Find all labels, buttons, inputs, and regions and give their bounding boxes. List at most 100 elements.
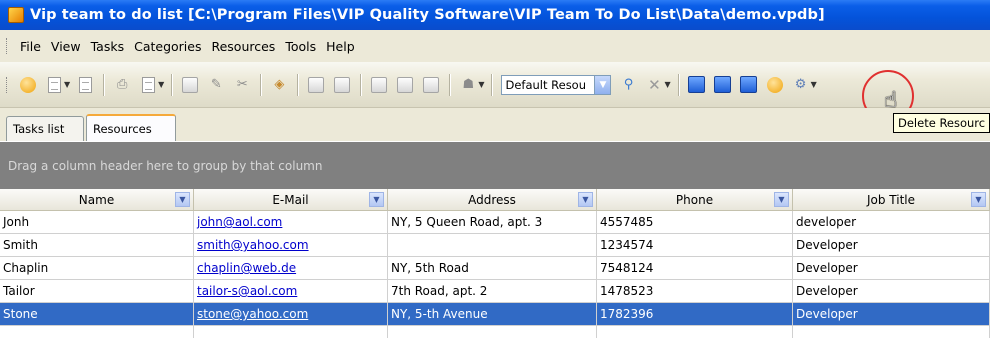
refresh-icon — [423, 76, 440, 93]
tab-strip: Tasks list Resources — [0, 108, 990, 141]
chevron-down-icon[interactable]: ▼ — [594, 75, 611, 94]
cell-email-link[interactable]: chaplin@web.de — [194, 257, 388, 279]
edit-resource-button[interactable] — [712, 74, 734, 96]
print-preview-icon — [141, 76, 155, 93]
add-resource-button[interactable] — [686, 74, 708, 96]
filter-dropdown-icon[interactable]: ▼ — [971, 192, 986, 207]
collapse-button[interactable] — [394, 74, 416, 96]
menu-file[interactable]: File — [15, 37, 46, 56]
menu-grip — [6, 38, 9, 54]
column-header-label: Phone — [675, 192, 714, 207]
delete-resource-button[interactable] — [738, 74, 760, 96]
toolbar-separator — [491, 73, 493, 96]
cell-address: 7th Road, apt. 2 — [388, 280, 597, 302]
cell-phone: 1782396 — [597, 303, 793, 325]
cell-email-link[interactable]: john@aol.com — [194, 211, 388, 233]
printer-icon: ⎙ — [116, 77, 128, 92]
copy-button[interactable] — [179, 74, 201, 96]
document-icon — [47, 76, 61, 93]
delete-resource-icon — [740, 76, 758, 93]
resource-combo[interactable]: Default Resou ▼ — [501, 74, 612, 95]
title-bar: Vip team to do list [C:\Program Files\VI… — [0, 0, 990, 30]
toolbar-grip — [6, 76, 9, 93]
refresh-button[interactable] — [420, 74, 442, 96]
table-row[interactable]: Jonh john@aol.com NY, 5 Queen Road, apt.… — [0, 211, 990, 234]
menu-bar: File View Tasks Categories Resources Too… — [0, 30, 990, 62]
dropdown-arrow-icon[interactable]: ▼ — [158, 80, 164, 89]
menu-categories[interactable]: Categories — [129, 37, 206, 56]
cell-name: Jonh — [0, 211, 194, 233]
cell-phone — [597, 326, 793, 338]
toolbar-separator — [103, 73, 105, 96]
cell-email-link[interactable]: tailor-s@aol.com — [194, 280, 388, 302]
resource-view-button[interactable]: ☗ — [457, 74, 479, 96]
filter-dropdown-icon[interactable]: ▼ — [369, 192, 384, 207]
dropdown-arrow-icon[interactable]: ▼ — [64, 80, 70, 89]
column-header-email[interactable]: E-Mail ▼ — [194, 189, 388, 210]
tooltip: Delete Resourc — [893, 113, 990, 133]
table-row[interactable]: Chaplin chaplin@web.de NY, 5th Road 7548… — [0, 257, 990, 280]
attach-button[interactable]: ✂ — [231, 74, 253, 96]
resource-properties-button[interactable] — [764, 74, 786, 96]
handshake-icon: ◈ — [274, 77, 285, 92]
toolbar-separator — [360, 73, 362, 96]
table-row-partial[interactable] — [0, 326, 990, 338]
cell-name: Chaplin — [0, 257, 194, 279]
column-header-job-title[interactable]: Job Title ▼ — [793, 189, 990, 210]
dropdown-arrow-icon[interactable]: ▼ — [664, 80, 670, 89]
new-document-button[interactable] — [43, 74, 65, 96]
cell-job-title: Developer — [793, 257, 990, 279]
table-row[interactable]: Tailor tailor-s@aol.com 7th Road, apt. 2… — [0, 280, 990, 303]
menu-tools[interactable]: Tools — [280, 37, 321, 56]
move-up-button[interactable] — [331, 74, 353, 96]
filter-dropdown-icon[interactable]: ▼ — [578, 192, 593, 207]
add-resource-icon — [688, 76, 706, 93]
open-button[interactable] — [74, 74, 96, 96]
column-header-label: Job Title — [866, 192, 916, 207]
dropdown-arrow-icon[interactable]: ▼ — [811, 80, 817, 89]
table-row-selected[interactable]: Stone stone@yahoo.com NY, 5-th Avenue 17… — [0, 303, 990, 326]
clear-filter-button[interactable]: ✕ — [643, 74, 665, 96]
cell-email-link[interactable]: stone@yahoo.com — [194, 303, 388, 325]
expand-button[interactable] — [368, 74, 390, 96]
group-by-panel[interactable]: Drag a column header here to group by th… — [0, 141, 990, 189]
column-header-name[interactable]: Name ▼ — [0, 189, 194, 210]
open-icon — [78, 76, 92, 93]
column-header-address[interactable]: Address ▼ — [388, 189, 597, 210]
toolbar-separator — [260, 73, 262, 96]
filter-dropdown-icon[interactable]: ▼ — [175, 192, 190, 207]
resource-properties-icon — [766, 76, 783, 93]
new-task-button[interactable] — [17, 74, 39, 96]
column-header-phone[interactable]: Phone ▼ — [597, 189, 793, 210]
pencil-icon: ✎ — [210, 77, 222, 92]
apply-filter-button[interactable]: ⚲ — [617, 74, 639, 96]
column-header-label: Address — [468, 192, 516, 207]
cell-job-title: Developer — [793, 303, 990, 325]
edit-button[interactable]: ✎ — [205, 74, 227, 96]
menu-resources[interactable]: Resources — [206, 37, 280, 56]
print-button[interactable]: ⎙ — [111, 74, 133, 96]
window-title: Vip team to do list [C:\Program Files\VI… — [30, 7, 825, 23]
table-row[interactable]: Smith smith@yahoo.com 1234574 Developer — [0, 234, 990, 257]
print-preview-button[interactable] — [137, 74, 159, 96]
column-header-label: E-Mail — [272, 192, 309, 207]
cell-address: NY, 5-th Avenue — [388, 303, 597, 325]
filter-icon: ⚲ — [623, 77, 634, 92]
menu-tasks[interactable]: Tasks — [86, 37, 130, 56]
move-down-button[interactable] — [305, 74, 327, 96]
menu-help[interactable]: Help — [321, 37, 360, 56]
resource-options-button[interactable]: ⚙ — [790, 74, 812, 96]
cell-email-link[interactable]: smith@yahoo.com — [194, 234, 388, 256]
handshake-button[interactable]: ◈ — [268, 74, 290, 96]
dropdown-arrow-icon[interactable]: ▼ — [478, 80, 484, 89]
menu-view[interactable]: View — [46, 37, 86, 56]
close-icon: ✕ — [648, 75, 661, 94]
group-by-hint: Drag a column header here to group by th… — [8, 158, 323, 173]
cell-job-title: developer — [793, 211, 990, 233]
filter-dropdown-icon[interactable]: ▼ — [774, 192, 789, 207]
tab-resources[interactable]: Resources — [86, 114, 176, 141]
cell-phone: 1234574 — [597, 234, 793, 256]
toolbar: ▼ ⎙ ▼ ✎ ✂ ◈ ☗ ▼ Default Resou ▼ ⚲ ✕ ▼ ⚙ … — [0, 62, 990, 108]
tab-tasks-list[interactable]: Tasks list — [6, 116, 84, 141]
cell-email-link[interactable] — [194, 326, 388, 338]
